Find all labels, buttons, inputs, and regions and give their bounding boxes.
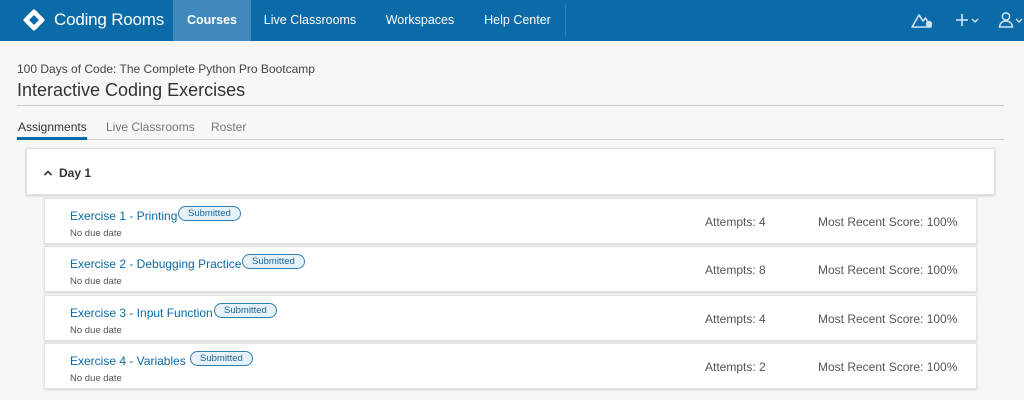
day-label: Day 1 bbox=[59, 166, 92, 180]
status-badge: Submitted bbox=[242, 254, 305, 269]
exercise-row: Exercise 3 - Input Function Submitted No… bbox=[44, 295, 977, 341]
active-tab-indicator bbox=[17, 137, 87, 140]
nav-help-center[interactable]: Help Center bbox=[471, 0, 564, 41]
exercise-title-link[interactable]: Exercise 4 - Variables bbox=[70, 354, 186, 368]
user-menu[interactable] bbox=[998, 8, 1024, 32]
status-badge: Submitted bbox=[190, 351, 253, 366]
recent-score: Most Recent Score: 100% bbox=[818, 312, 958, 326]
exercise-row: Exercise 2 - Debugging Practice Submitte… bbox=[44, 246, 977, 292]
status-badge: Submitted bbox=[178, 206, 241, 221]
exercise-row: Exercise 1 - Printing Submitted No due d… bbox=[44, 198, 977, 244]
exercise-title-link[interactable]: Exercise 2 - Debugging Practice bbox=[70, 257, 241, 271]
attempts-count: Attempts: 2 bbox=[705, 360, 766, 374]
nav-live-classrooms[interactable]: Live Classrooms bbox=[253, 0, 367, 41]
exercise-title-link[interactable]: Exercise 3 - Input Function bbox=[70, 306, 213, 320]
attempts-count: Attempts: 8 bbox=[705, 263, 766, 277]
due-date: No due date bbox=[70, 228, 122, 239]
brand-logo[interactable]: Coding Rooms bbox=[22, 8, 164, 32]
nav-courses[interactable]: Courses bbox=[173, 0, 251, 41]
chevron-down-icon bbox=[1015, 18, 1023, 23]
attempts-count: Attempts: 4 bbox=[705, 215, 766, 229]
exercise-title-link[interactable]: Exercise 1 - Printing bbox=[70, 209, 177, 223]
recent-score: Most Recent Score: 100% bbox=[818, 360, 958, 374]
tab-assignments[interactable]: Assignments bbox=[18, 120, 87, 134]
recent-score: Most Recent Score: 100% bbox=[818, 215, 958, 229]
tab-live-classrooms[interactable]: Live Classrooms bbox=[106, 120, 195, 134]
chevron-down-icon bbox=[971, 18, 979, 23]
recent-score: Most Recent Score: 100% bbox=[818, 263, 958, 277]
nav-divider bbox=[565, 4, 566, 37]
exercise-row: Exercise 4 - Variables Submitted No due … bbox=[44, 343, 977, 389]
user-icon bbox=[998, 12, 1014, 28]
page-title: Interactive Coding Exercises bbox=[17, 80, 246, 100]
tabs-divider bbox=[17, 139, 1004, 140]
nav-workspaces[interactable]: Workspaces bbox=[371, 0, 469, 41]
due-date: No due date bbox=[70, 373, 122, 384]
plus-icon bbox=[956, 14, 968, 26]
plus-menu[interactable] bbox=[955, 8, 981, 32]
day-accordion-header[interactable]: Day 1 bbox=[26, 148, 995, 195]
due-date: No due date bbox=[70, 276, 122, 287]
attempts-count: Attempts: 4 bbox=[705, 312, 766, 326]
logo-diamond-icon bbox=[22, 8, 46, 32]
status-badge: Submitted bbox=[214, 303, 277, 318]
course-name: 100 Days of Code: The Complete Python Pr… bbox=[17, 62, 315, 76]
chevron-up-icon bbox=[42, 166, 54, 178]
top-nav-bar: Coding Rooms Courses Live Classrooms Wor… bbox=[0, 0, 1024, 41]
due-date: No due date bbox=[70, 325, 122, 336]
mountain-icon[interactable] bbox=[910, 8, 934, 32]
brand-name: Coding Rooms bbox=[54, 10, 165, 29]
title-divider bbox=[17, 105, 1004, 106]
tab-roster[interactable]: Roster bbox=[211, 120, 246, 134]
